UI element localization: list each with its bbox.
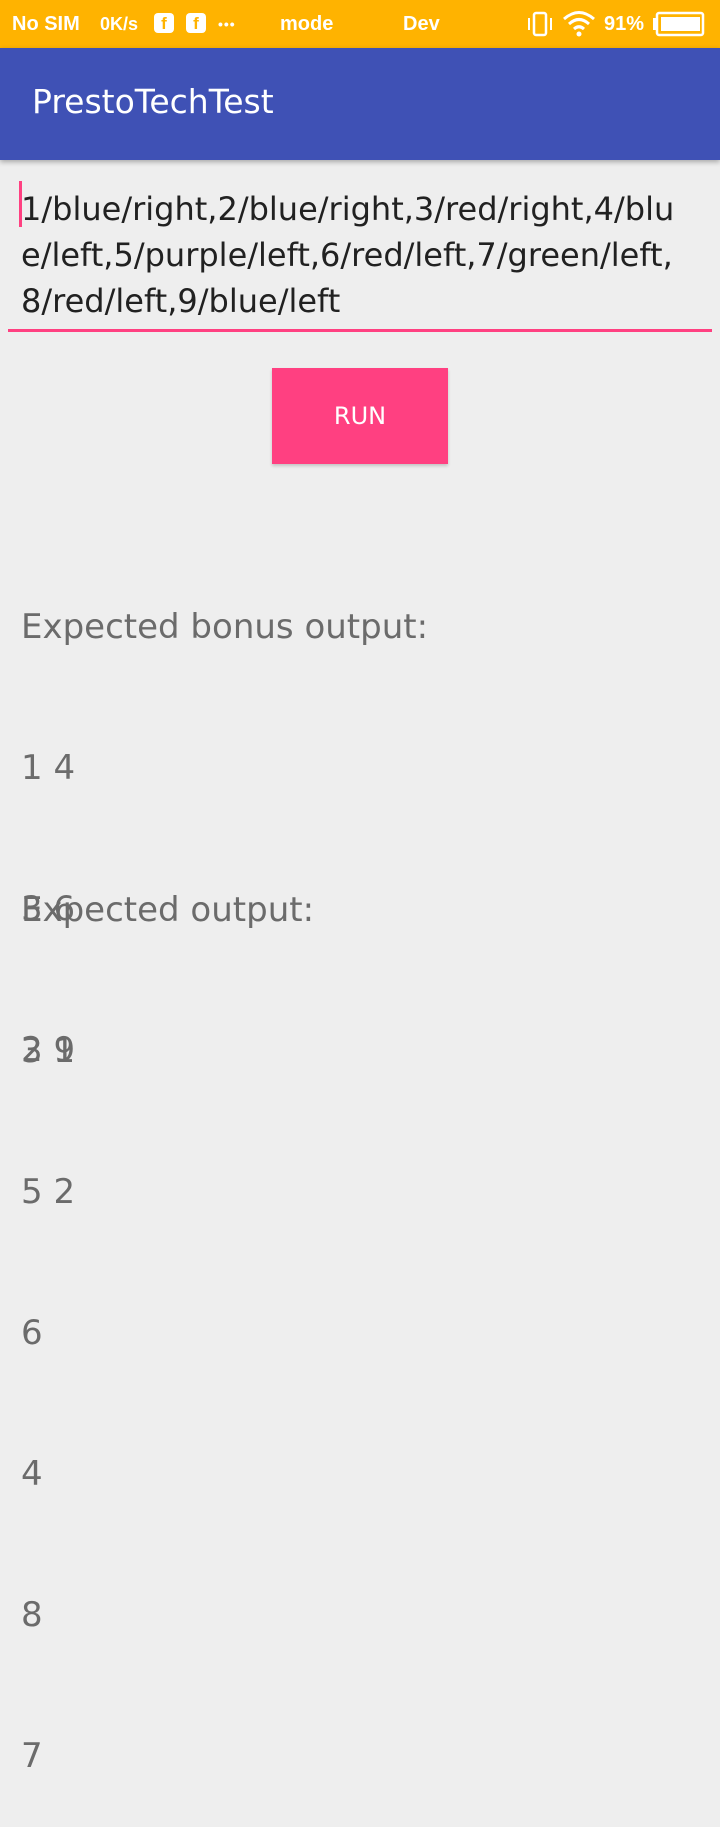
- expected-output-line: 6: [21, 1313, 43, 1353]
- network-speed: 0K/s: [100, 14, 139, 34]
- expected-output-line: 7: [21, 1736, 43, 1776]
- run-button[interactable]: RUN: [272, 368, 448, 464]
- app-title: PrestoTechTest: [32, 82, 274, 121]
- expected-output-line: 3 1: [21, 1031, 76, 1071]
- more-notifications-icon: •••: [218, 16, 236, 32]
- facebook-notification-icon: f: [154, 0, 174, 48]
- command-input-value[interactable]: 1/blue/right,2/blue/right,3/red/right,4/…: [21, 186, 701, 324]
- app-bar: PrestoTechTest: [0, 48, 720, 160]
- expected-output-line: 5 2: [21, 1172, 76, 1212]
- expected-output-line: 4: [21, 1454, 43, 1494]
- input-underline: [8, 329, 712, 332]
- expected-output-heading: Expected output:: [21, 890, 315, 930]
- carrier-label: No SIM: [12, 13, 80, 35]
- status-bar: No SIM 0K/s f f ••• mode Dev 91%: [0, 0, 720, 48]
- bonus-output-heading: Expected bonus output:: [21, 607, 429, 647]
- battery-percent: 91%: [604, 13, 645, 35]
- expected-output-line: 8: [21, 1595, 43, 1635]
- expected-output-section: Expected output: 3 1 5 2 6 4 8 7: [21, 793, 314, 1827]
- bonus-output-line: 1 4: [21, 748, 76, 788]
- vibrate-icon: [526, 0, 554, 48]
- battery-icon: [652, 0, 706, 48]
- mode-label: mode: [280, 13, 334, 35]
- dev-label: Dev: [403, 13, 440, 35]
- command-input[interactable]: 1/blue/right,2/blue/right,3/red/right,4/…: [8, 178, 712, 334]
- facebook-notification-icon: f: [186, 0, 206, 48]
- wifi-icon: [562, 0, 596, 48]
